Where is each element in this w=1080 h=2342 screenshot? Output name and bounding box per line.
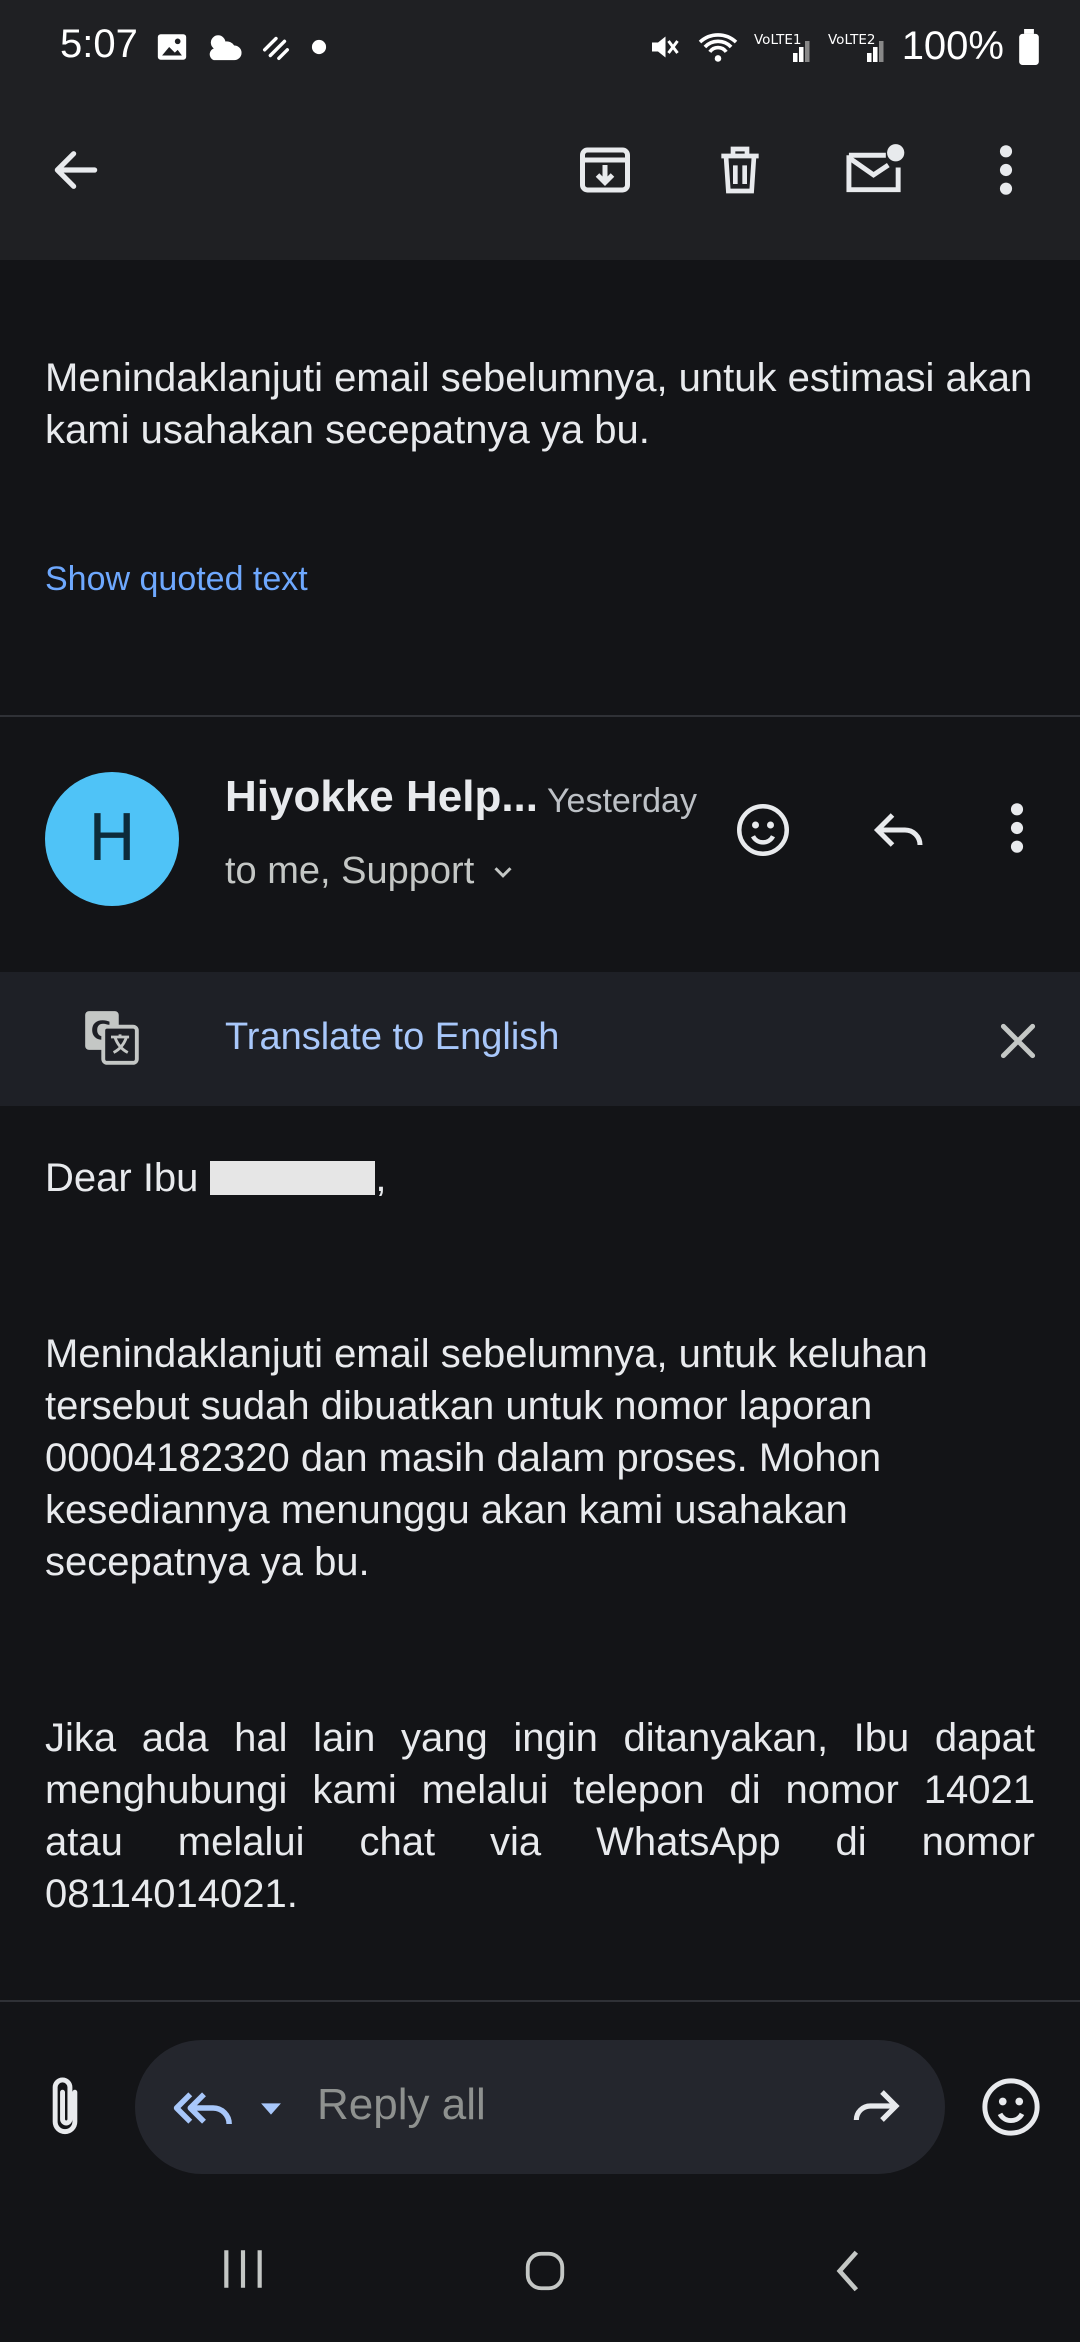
reply-all-icon[interactable] <box>172 2080 236 2141</box>
greeting-comma: , <box>375 1156 387 1200</box>
reply-type-dropdown-icon[interactable] <box>254 2092 288 2131</box>
status-time: 5:07 <box>60 22 138 66</box>
add-reaction-icon[interactable] <box>733 800 793 865</box>
battery-percent: 100% <box>901 24 1004 68</box>
signal-lte1-icon: VoLTE1 <box>754 32 810 62</box>
battery-icon <box>1019 28 1039 65</box>
attach-icon[interactable] <box>40 2075 90 2144</box>
greeting-line: Dear Ibu , <box>45 1152 387 1204</box>
archive-icon[interactable] <box>565 130 645 210</box>
mark-unread-icon[interactable] <box>836 130 916 210</box>
more-vertical-icon[interactable] <box>966 130 1046 210</box>
status-system-icons: VoLTE1 VoLTE2 100% <box>646 24 1040 69</box>
delete-icon[interactable] <box>700 130 780 210</box>
close-icon[interactable] <box>993 1016 1043 1071</box>
back-arrow-icon[interactable] <box>36 130 116 210</box>
status-notification-icons <box>155 30 329 64</box>
wifi-icon <box>698 32 737 62</box>
chevron-down-icon <box>494 866 512 878</box>
message-divider <box>0 715 1080 717</box>
greeting-text: Dear Ibu <box>45 1156 199 1200</box>
emoji-icon[interactable] <box>978 2074 1044 2145</box>
message-paragraph-1: Menindaklanjuti email sebelumnya, untuk … <box>45 1332 928 1584</box>
reply-icon[interactable] <box>870 800 930 865</box>
recipients-label: to me, Support <box>225 850 475 892</box>
wind-icon <box>262 36 290 61</box>
dot-icon <box>311 39 327 55</box>
previous-message-text: Menindaklanjuti email sebelumnya, untuk … <box>45 356 1033 452</box>
recipients-toggle[interactable]: to me, Support <box>225 850 518 893</box>
reply-bar-divider <box>0 2000 1080 2002</box>
message-more-icon[interactable] <box>1007 800 1027 861</box>
reply-placeholder: Reply all <box>317 2080 486 2129</box>
forward-icon[interactable] <box>845 2078 905 2139</box>
sender-name: Hiyokke Help... <box>225 772 539 821</box>
recent-apps-icon[interactable] <box>218 2246 268 2297</box>
mute-icon <box>651 36 679 57</box>
message-time: Yesterday <box>547 782 697 820</box>
signal-lte2-icon: VoLTE2 <box>828 32 884 62</box>
svg-text:VoLTE1: VoLTE1 <box>754 32 801 48</box>
avatar[interactable]: H <box>45 772 179 906</box>
top-app-bar <box>0 100 1080 260</box>
back-nav-icon[interactable] <box>830 2246 866 2301</box>
image-icon <box>157 34 187 60</box>
message-paragraph-2: Jika ada hal lain yang ingin ditanyakan,… <box>45 1716 1035 1916</box>
redacted-name <box>210 1161 376 1195</box>
translate-to-english-button[interactable]: Translate to English <box>225 1016 559 1059</box>
home-icon[interactable] <box>522 2248 568 2299</box>
show-quoted-text-link[interactable]: Show quoted text <box>45 560 308 599</box>
translate-icon: G <box>80 1006 142 1073</box>
svg-text:VoLTE2: VoLTE2 <box>828 32 875 48</box>
weather-icon <box>209 35 242 61</box>
